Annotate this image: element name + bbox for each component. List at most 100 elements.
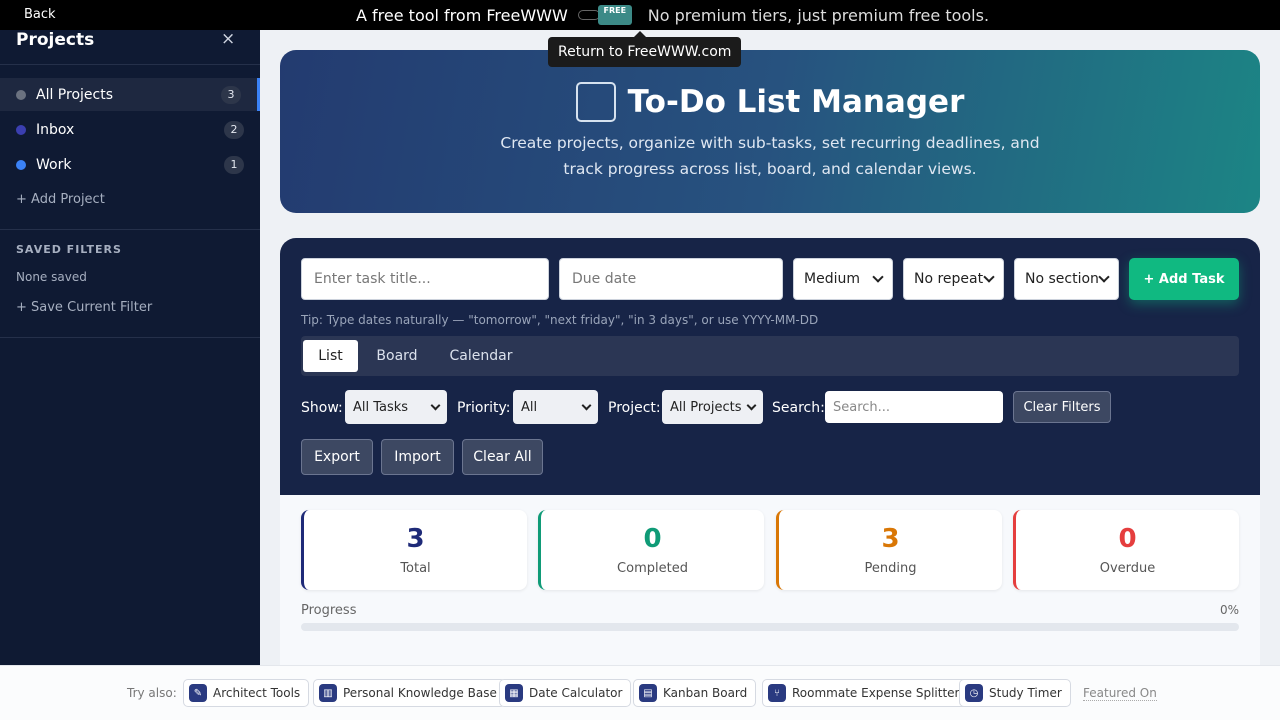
- priority-filter-value: All: [521, 399, 538, 415]
- repeat-select[interactable]: No repeat: [903, 258, 1004, 300]
- progress-percent: 0%: [1219, 603, 1239, 617]
- project-filter-value: All Projects: [670, 399, 742, 415]
- banner-center: A free tool from FreeWWW FREE No premium…: [356, 5, 989, 25]
- sidebar-title: Projects: [16, 30, 95, 50]
- chevron-down-icon: [872, 271, 884, 283]
- stat-label: Overdue: [1099, 561, 1156, 576]
- split-icon: ⑂: [768, 684, 786, 702]
- banner-lead-text: A free tool from FreeWWW: [356, 5, 568, 25]
- export-button[interactable]: Export: [301, 439, 373, 475]
- close-icon[interactable]: ×: [221, 29, 235, 49]
- project-color-dot: [16, 124, 26, 135]
- project-count-badge: 2: [224, 120, 244, 139]
- chevron-down-icon: [983, 271, 995, 283]
- tool-link-label: Personal Knowledge Base: [343, 686, 497, 700]
- save-filter-link[interactable]: + Save Current Filter: [16, 300, 152, 315]
- tool-link-label: Kanban Board: [663, 686, 748, 700]
- stat-value: 0: [1118, 524, 1137, 554]
- stopwatch-icon: ◷: [965, 684, 983, 702]
- tab-calendar[interactable]: Calendar: [439, 340, 523, 372]
- search-input[interactable]: Search...: [825, 391, 1003, 423]
- import-button[interactable]: Import: [381, 439, 454, 475]
- featured-on-link[interactable]: Featured On: [1083, 686, 1157, 701]
- tool-link-label: Roommate Expense Splitter: [792, 686, 960, 700]
- tool-link-architect-tools[interactable]: ✎ Architect Tools: [183, 679, 310, 707]
- tool-link-label: Study Timer: [989, 686, 1062, 700]
- checkbox-icon: [575, 82, 616, 122]
- search-label: Search:: [772, 400, 825, 416]
- section-select[interactable]: No section: [1014, 258, 1119, 300]
- repeat-select-value: No repeat: [914, 271, 984, 287]
- tool-link-kanban-board[interactable]: ▤ Kanban Board: [633, 679, 757, 707]
- add-project-link[interactable]: + Add Project: [16, 192, 105, 207]
- project-filter-label: Project:: [608, 400, 661, 416]
- stat-card-completed: 0 Completed: [538, 510, 764, 590]
- stat-value: 0: [643, 524, 662, 554]
- title-row: To-Do List Manager: [280, 82, 1260, 122]
- date-tip: Tip: Type dates naturally — "tomorrow", …: [301, 313, 819, 327]
- sidebar-item-label: Inbox: [36, 121, 75, 138]
- divider: [0, 337, 260, 338]
- priority-filter-label: Priority:: [457, 400, 511, 416]
- chevron-down-icon: [1098, 271, 1110, 283]
- task-panel: Enter task title... Due date Medium No r…: [280, 238, 1260, 668]
- divider: [0, 64, 260, 65]
- kanban-icon: ▤: [639, 684, 657, 702]
- tab-board[interactable]: Board: [363, 340, 431, 372]
- project-color-dot: [16, 159, 26, 170]
- page-title: To-Do List Manager: [627, 84, 965, 120]
- clear-all-button[interactable]: Clear All: [462, 439, 543, 475]
- priority-select[interactable]: Medium: [793, 258, 893, 300]
- books-icon: ▥: [319, 684, 337, 702]
- task-title-input[interactable]: Enter task title...: [301, 258, 549, 300]
- due-date-input[interactable]: Due date: [559, 258, 783, 300]
- chevron-down-icon: [581, 400, 592, 410]
- footer-bar: Try also: ✎ Architect Tools ▥ Personal K…: [0, 665, 1280, 720]
- chain-icon: [577, 10, 600, 20]
- sidebar-item-inbox[interactable]: Inbox 2: [0, 113, 260, 146]
- show-filter-label: Show:: [301, 400, 343, 416]
- progress-bar: [301, 623, 1239, 631]
- return-tooltip: Return to FreeWWW.com: [548, 31, 742, 67]
- show-filter-value: All Tasks: [353, 399, 409, 415]
- divider: [0, 229, 260, 230]
- freewww-logo[interactable]: FREE: [577, 5, 632, 25]
- clear-filters-button[interactable]: Clear Filters: [1013, 391, 1111, 423]
- saved-filters-heading: SAVED FILTERS: [16, 243, 122, 256]
- calendar-icon: ▦: [505, 684, 523, 702]
- tool-link-date-calculator[interactable]: ▦ Date Calculator: [499, 679, 632, 707]
- priority-select-value: Medium: [804, 271, 860, 287]
- back-link[interactable]: Back: [24, 7, 56, 22]
- sidebar-item-all-projects[interactable]: All Projects 3: [0, 78, 260, 111]
- app-header: To-Do List Manager Create projects, orga…: [280, 50, 1260, 213]
- sidebar-item-work[interactable]: Work 1: [0, 148, 260, 181]
- project-count-badge: 3: [221, 85, 241, 104]
- top-banner: Back A free tool from FreeWWW FREE No pr…: [0, 0, 1280, 30]
- priority-filter-select[interactable]: All: [513, 390, 598, 424]
- stat-value: 3: [881, 524, 900, 554]
- project-filter-select[interactable]: All Projects: [662, 390, 763, 424]
- add-task-button[interactable]: + Add Task: [1129, 258, 1239, 300]
- project-count-badge: 1: [224, 155, 244, 174]
- stats-section: 3 Total 0 Completed 3 Pending 0 Overdue …: [280, 495, 1260, 668]
- show-filter-select[interactable]: All Tasks: [345, 390, 447, 424]
- stat-label: Total: [400, 561, 431, 576]
- progress-label: Progress: [301, 603, 357, 618]
- tool-link-personal-knowledge-base[interactable]: ▥ Personal Knowledge Base: [313, 679, 506, 707]
- stat-label: Completed: [617, 561, 688, 576]
- tool-link-study-timer[interactable]: ◷ Study Timer: [959, 679, 1071, 707]
- compass-icon: ✎: [189, 684, 207, 702]
- tool-link-label: Date Calculator: [529, 686, 623, 700]
- sidebar-item-label: All Projects: [36, 86, 113, 103]
- page-subtitle: Create projects, organize with sub-tasks…: [500, 134, 1040, 178]
- tab-list[interactable]: List: [303, 340, 358, 372]
- chevron-down-icon: [746, 400, 757, 410]
- banner-tagline: No premium tiers, just premium free tool…: [647, 5, 990, 25]
- try-also-label: Try also:: [127, 686, 177, 700]
- none-saved-text: None saved: [16, 270, 87, 284]
- projects-sidebar: Projects × All Projects 3 Inbox 2 Work 1…: [0, 29, 260, 665]
- tool-link-label: Architect Tools: [213, 686, 301, 700]
- tool-link-roommate-expense-splitter[interactable]: ⑂ Roommate Expense Splitter: [762, 679, 969, 707]
- section-select-value: No section: [1025, 271, 1099, 287]
- chevron-down-icon: [430, 400, 441, 410]
